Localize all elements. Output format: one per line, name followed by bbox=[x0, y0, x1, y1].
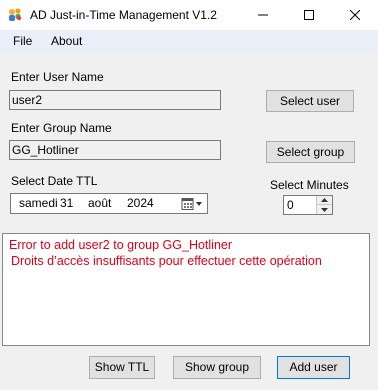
user-name-label: Enter User Name bbox=[11, 70, 104, 84]
maximize-icon bbox=[304, 10, 314, 20]
menu-about[interactable]: About bbox=[51, 34, 82, 48]
output-line: Droits d’accès insuffisants pour effectu… bbox=[11, 254, 322, 268]
date-ttl-label: Select Date TTL bbox=[11, 174, 98, 188]
window-title: AD Just-in-Time Management V1.2 bbox=[30, 8, 217, 22]
spin-down-icon[interactable] bbox=[317, 205, 332, 214]
output-log[interactable]: Error to add user2 to group GG_Hotliner … bbox=[2, 233, 370, 346]
close-icon bbox=[350, 10, 360, 20]
minimize-button[interactable] bbox=[240, 0, 286, 30]
date-month[interactable]: août bbox=[88, 196, 111, 210]
menu-bar: File About bbox=[0, 30, 378, 52]
users-group-icon bbox=[7, 7, 23, 23]
minimize-icon bbox=[258, 14, 268, 16]
maximize-button[interactable] bbox=[286, 0, 332, 30]
user-name-field[interactable]: user2 bbox=[9, 90, 221, 110]
close-button[interactable] bbox=[332, 0, 378, 30]
date-year[interactable]: 2024 bbox=[127, 196, 154, 210]
show-ttl-button[interactable]: Show TTL bbox=[89, 356, 155, 379]
group-name-label: Enter Group Name bbox=[11, 121, 112, 135]
minutes-value[interactable]: 0 bbox=[287, 198, 294, 212]
group-name-field[interactable]: GG_Hotliner bbox=[9, 140, 221, 160]
spin-up-icon[interactable] bbox=[317, 196, 332, 205]
add-user-button[interactable]: Add user bbox=[277, 356, 350, 379]
date-day[interactable]: 31 bbox=[60, 196, 73, 210]
title-bar[interactable]: AD Just-in-Time Management V1.2 bbox=[0, 0, 378, 30]
minutes-stepper[interactable]: 0 bbox=[283, 195, 333, 215]
date-ttl-picker[interactable]: samedi 31 août 2024 bbox=[10, 193, 208, 214]
menu-file[interactable]: File bbox=[13, 34, 32, 48]
calendar-dropdown-icon[interactable] bbox=[181, 197, 205, 211]
select-group-button[interactable]: Select group bbox=[266, 141, 355, 163]
show-group-button[interactable]: Show group bbox=[173, 356, 261, 379]
output-line: Error to add user2 to group GG_Hotliner bbox=[9, 238, 233, 252]
minutes-spin-buttons bbox=[316, 196, 332, 214]
select-user-button[interactable]: Select user bbox=[266, 90, 354, 112]
app-window: AD Just-in-Time Management V1.2 File Abo… bbox=[0, 0, 378, 390]
date-weekday[interactable]: samedi bbox=[19, 196, 58, 210]
minutes-label: Select Minutes bbox=[270, 178, 349, 192]
